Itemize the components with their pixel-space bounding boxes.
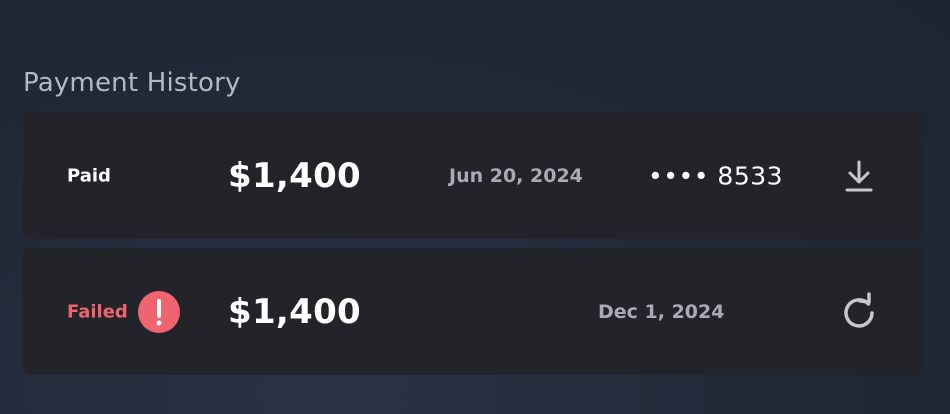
payment-amount: $1,400 xyxy=(228,291,362,332)
status-label: Failed xyxy=(67,301,128,322)
payment-history-list: Paid $1,400 Jun 20, 2024 •••• 8533 Faile… xyxy=(23,112,923,384)
download-icon xyxy=(845,160,873,191)
payment-date: Dec 1, 2024 xyxy=(598,300,725,323)
payment-date: Jun 20, 2024 xyxy=(449,164,583,187)
download-button[interactable] xyxy=(839,156,879,196)
status-label: Paid xyxy=(67,165,111,186)
retry-icon xyxy=(844,291,874,328)
retry-button[interactable] xyxy=(839,291,879,332)
alert-icon xyxy=(138,290,180,333)
payment-row-failed: Failed $1,400 Dec 1, 2024 xyxy=(23,248,923,375)
card-number: •••• 8533 xyxy=(648,161,784,190)
payment-row-paid: Paid $1,400 Jun 20, 2024 •••• 8533 xyxy=(23,112,923,239)
payment-amount: $1,400 xyxy=(228,155,362,196)
section-title: Payment History xyxy=(23,68,241,98)
